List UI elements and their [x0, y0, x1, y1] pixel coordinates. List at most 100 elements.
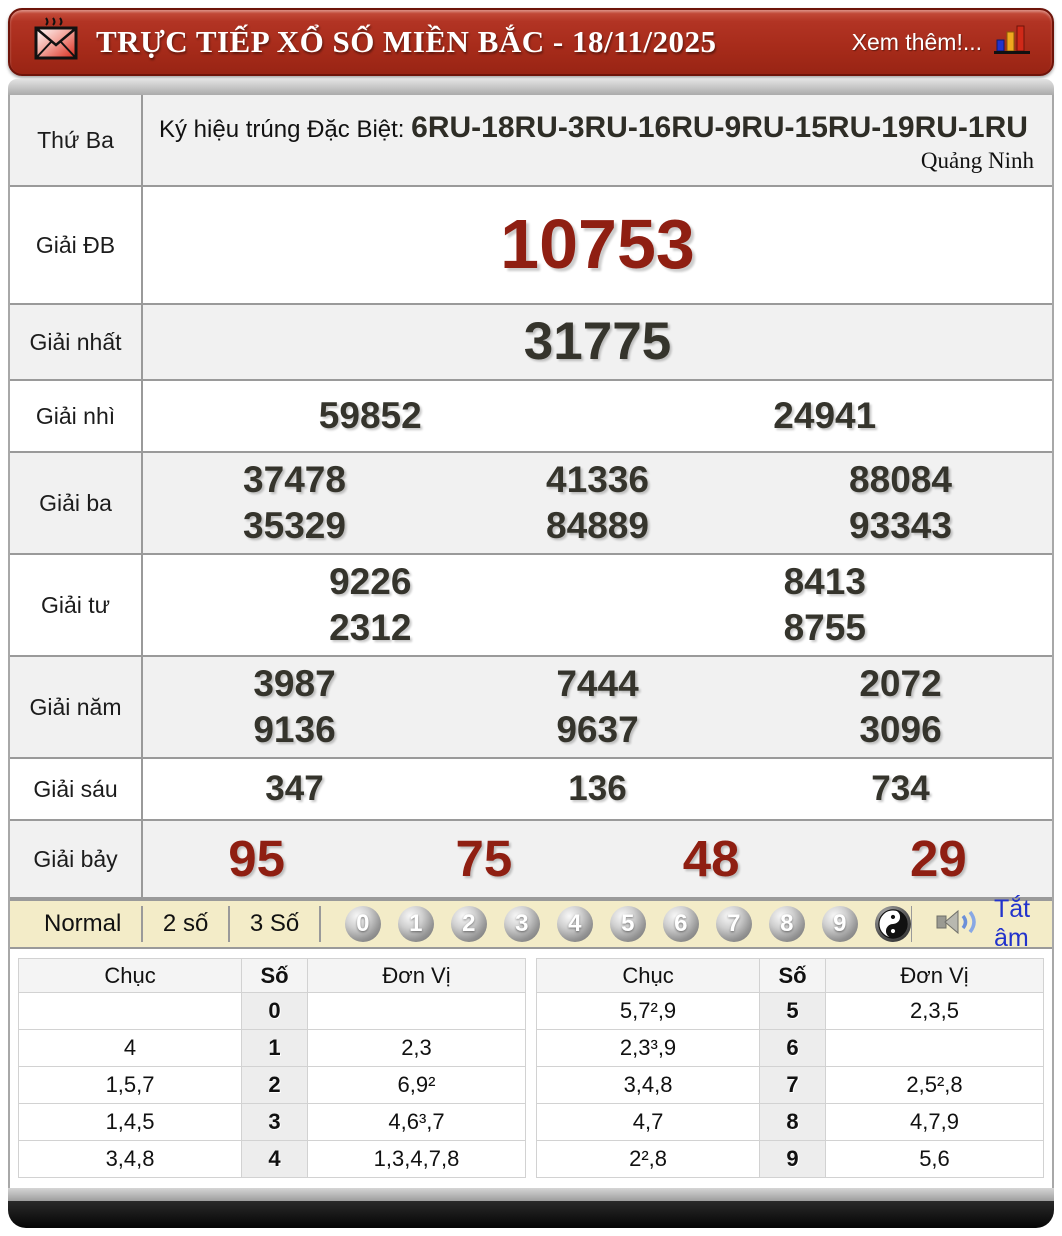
prize-number: 9136	[253, 709, 336, 750]
stats-cell	[306, 992, 527, 1030]
special-symbol-cell: Ký hiệu trúng Đặc Biệt: 6RU-18RU-3RU-16R…	[143, 95, 1052, 185]
digit-ball-0[interactable]: 0	[344, 906, 381, 942]
stats-cell: 3,4,8	[17, 1140, 243, 1178]
stats-row: 2,3³,9 6	[535, 1029, 1045, 1067]
stats-header-cell: Số	[759, 958, 826, 993]
stats-cell: 2,3	[306, 1029, 527, 1067]
prize-row: Giải nhì 59852 24941	[10, 379, 1052, 451]
digit-ball-7[interactable]: 7	[715, 906, 752, 942]
prize-number: 48	[682, 830, 740, 888]
prize-row: Giải ĐB 10753	[10, 185, 1052, 303]
prize-values: 59852 24941	[143, 381, 1052, 451]
prize-row: Giải nhất 31775	[10, 303, 1052, 379]
stats-cell: 7	[759, 1066, 826, 1104]
widget-bottom-bar	[8, 1201, 1054, 1228]
stats-cell: 0	[241, 992, 308, 1030]
province-label: Quảng Ninh	[920, 148, 1034, 174]
digit-ball-2[interactable]: 2	[450, 906, 487, 942]
stats-row: 3,4,8 7 2,5²,8	[535, 1066, 1045, 1104]
digit-ball-1[interactable]: 1	[397, 906, 434, 942]
stats-row: 4,7 8 4,7,9	[535, 1103, 1045, 1141]
prize-table: Thứ Ba Ký hiệu trúng Đặc Biệt: 6RU-18RU-…	[10, 95, 1052, 899]
prize-number: 9637	[556, 709, 639, 750]
prize-number: 84889	[546, 505, 649, 546]
digit-stats-section: Chục Số Đơn Vị 0 4 1 2,3 1,5,7 2 6,9² 1,4,5 3 4,6³,7…	[10, 949, 1052, 1188]
mute-sound-link[interactable]: Tắt âm	[994, 895, 1038, 953]
symbol-label: Ký hiệu trúng Đặc Biệt:	[159, 116, 412, 143]
stats-cell	[824, 1029, 1045, 1067]
prize-values: 9226 8413 2312 8755	[143, 555, 1052, 655]
digit-ball-9[interactable]: 9	[821, 906, 858, 942]
draw-info-row: Thứ Ba Ký hiệu trúng Đặc Biệt: 6RU-18RU-…	[10, 95, 1052, 185]
stats-cell: 2,3,5	[824, 992, 1045, 1030]
stats-row: 2²,8 9 5,6	[535, 1140, 1045, 1178]
panel-top-strip	[8, 79, 1054, 95]
see-more-link[interactable]: Xem thêm!...	[852, 23, 1030, 61]
prize-number: 41336	[546, 458, 649, 500]
stats-header-cell: Chục	[17, 958, 243, 993]
prize-label: Giải ba	[10, 453, 143, 553]
prize-label: Giải sáu	[10, 759, 143, 819]
prize-number: 136	[568, 769, 627, 809]
header-bar: TRỰC TIẾP XỔ SỐ MIỀN BẮC - 18/11/2025 Xe…	[8, 8, 1054, 76]
content-panel: Thứ Ba Ký hiệu trúng Đặc Biệt: 6RU-18RU-…	[8, 95, 1054, 1188]
toolbar-separator	[910, 906, 912, 942]
stats-table-right: Chục Số Đơn Vị 5,7²,9 5 2,3,5 2,3³,9 6 3,4,8 7 2,5…	[535, 958, 1045, 1178]
prize-number: 9226	[329, 560, 412, 602]
stats-cell: 8	[759, 1103, 826, 1141]
stats-cell: 1,4,5	[17, 1103, 243, 1141]
stats-header-cell: Chục	[535, 958, 761, 993]
prize-number: 59852	[318, 394, 422, 436]
stats-cell: 2	[241, 1066, 308, 1104]
prize-number: 37478	[243, 458, 346, 500]
symbol-codes: 6RU-18RU-3RU-16RU-9RU-15RU-19RU-1RU	[411, 111, 1028, 144]
stats-cell: 3,4,8	[535, 1066, 761, 1104]
yin-yang-icon[interactable]	[874, 906, 911, 942]
digit-ball-3[interactable]: 3	[503, 906, 540, 942]
toolbar-separator	[319, 906, 321, 942]
stats-row: 1,4,5 3 4,6³,7	[17, 1103, 527, 1141]
stats-cell: 2,3³,9	[535, 1029, 761, 1067]
digit-ball-8[interactable]: 8	[768, 906, 805, 942]
mode-3so[interactable]: 3 Số	[230, 910, 319, 938]
stats-cell: 4,7,9	[824, 1103, 1045, 1141]
prize-row: Giải bảy 95 75 48 29	[10, 819, 1052, 897]
prize-number: 31775	[523, 311, 672, 371]
prize-values: 31775	[143, 305, 1052, 379]
prize-number: 2072	[859, 662, 942, 704]
prize-label: Giải ĐB	[10, 187, 143, 303]
stats-cell: 4,6³,7	[306, 1103, 527, 1141]
stats-cell: 4	[17, 1029, 243, 1067]
prize-label: Giải nhất	[10, 305, 143, 379]
draw-day-label: Thứ Ba	[10, 95, 143, 185]
digit-ball-5[interactable]: 5	[609, 906, 646, 942]
digit-balls: 0123456789	[344, 906, 911, 942]
stats-cell: 1,5,7	[17, 1066, 243, 1104]
prize-row: Giải sáu 347 136 734	[10, 757, 1052, 819]
prize-number: 35329	[243, 505, 346, 546]
prize-row: Giải năm 3987 7444 2072 9136 9637 3096	[10, 655, 1052, 757]
stats-cell: 9	[759, 1140, 826, 1178]
stats-cell: 6	[759, 1029, 826, 1067]
mode-2so[interactable]: 2 số	[143, 910, 228, 938]
stats-cell: 5,7²,9	[535, 992, 761, 1030]
prize-number: 3987	[253, 662, 336, 704]
mode-normal[interactable]: Normal	[24, 910, 141, 938]
prize-values: 3987 7444 2072 9136 9637 3096	[143, 657, 1052, 757]
prize-label: Giải nhì	[10, 381, 143, 451]
stats-cell: 1,3,4,7,8	[306, 1140, 527, 1178]
prize-label: Giải bảy	[10, 821, 143, 897]
stats-row: 0	[17, 992, 527, 1030]
speaker-icon[interactable]	[936, 907, 980, 942]
prize-number: 88084	[849, 458, 952, 500]
sound-control[interactable]: Tắt âm	[910, 895, 1038, 953]
stats-cell: 5	[759, 992, 826, 1030]
lottery-widget: TRỰC TIẾP XỔ SỐ MIỀN BẮC - 18/11/2025 Xe…	[8, 8, 1054, 1228]
prize-number: 29	[910, 830, 967, 888]
prize-number: 3096	[859, 709, 942, 750]
digit-ball-6[interactable]: 6	[662, 906, 699, 942]
stats-header-cell: Đơn Vị	[306, 958, 527, 993]
digit-ball-4[interactable]: 4	[556, 906, 593, 942]
bar-chart-icon	[994, 23, 1030, 61]
stats-cell: 3	[241, 1103, 308, 1141]
